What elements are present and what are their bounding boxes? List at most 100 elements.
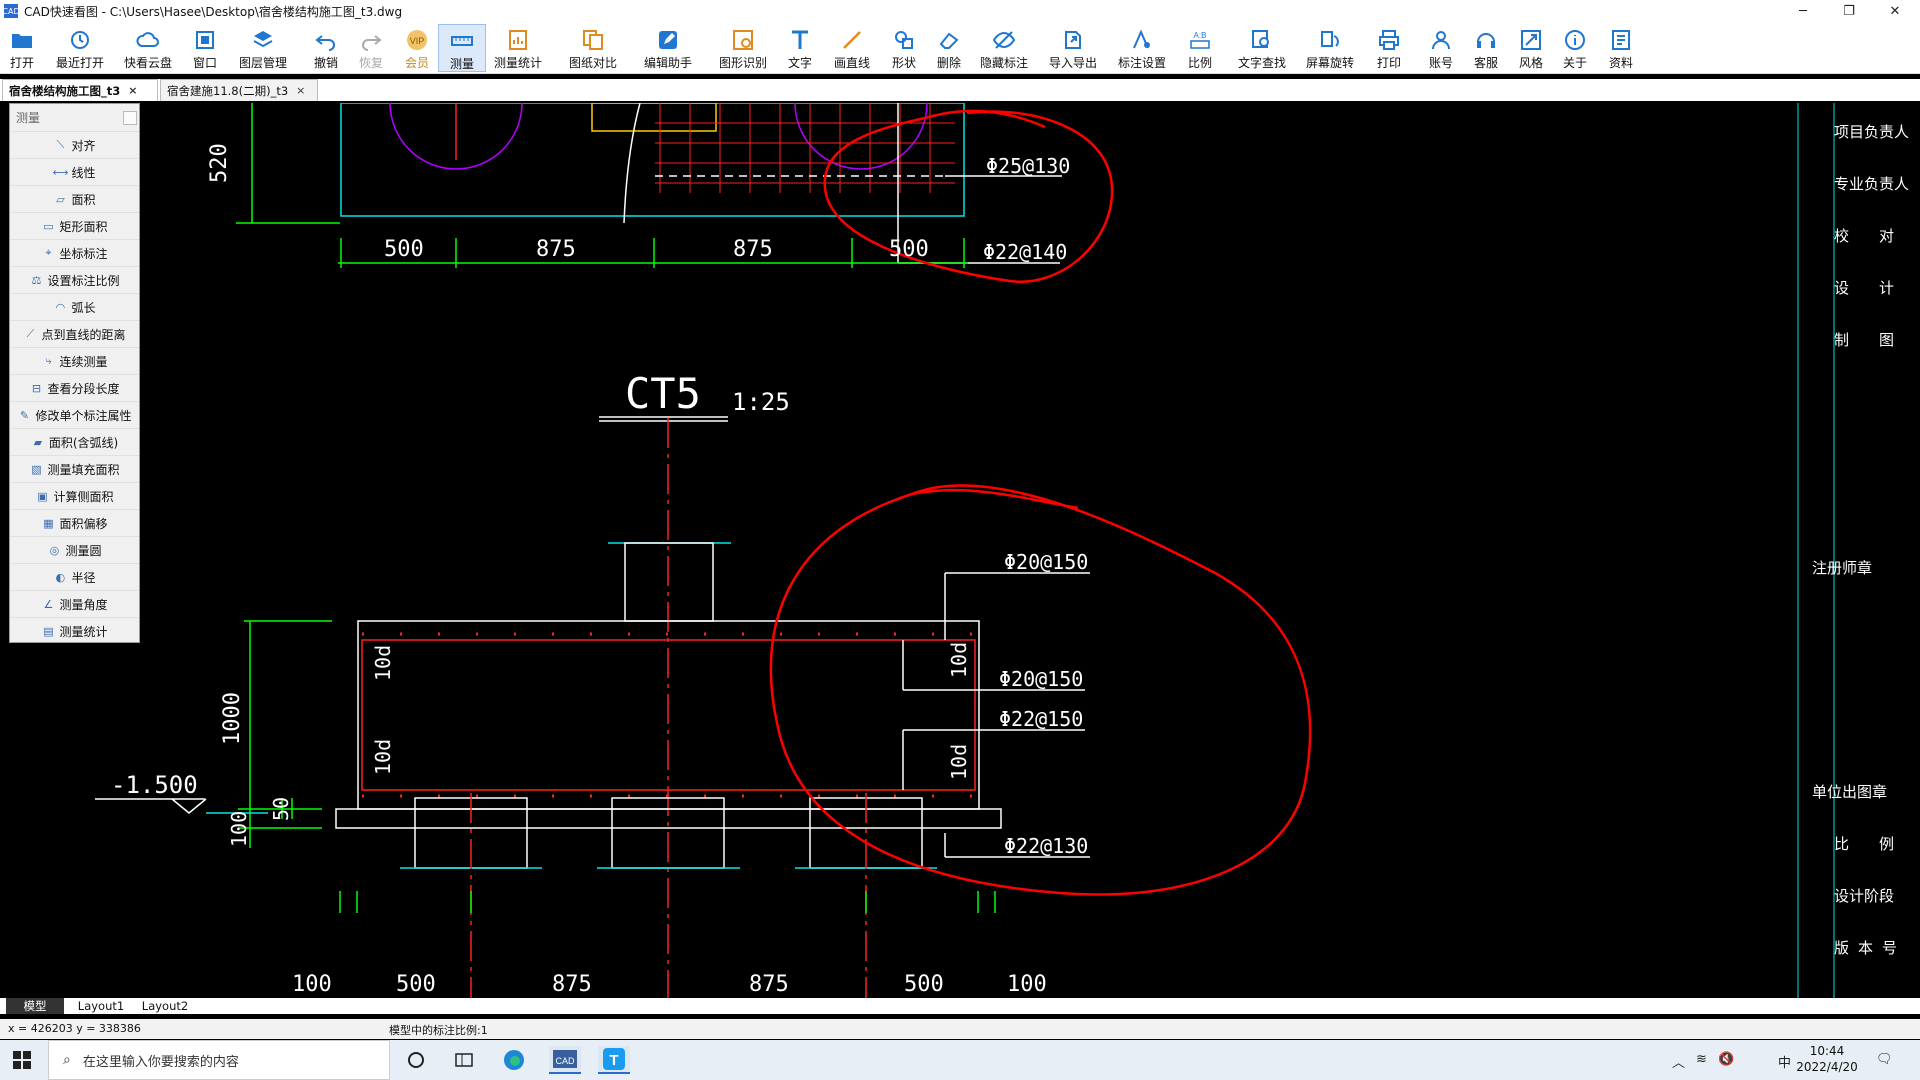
cortana-icon[interactable] <box>402 1046 430 1074</box>
status-bar: x = 426203 y = 338386 模型中的标注比例:1 <box>0 1019 1920 1039</box>
toolbar-measure-stats-button[interactable]: 测量统计 <box>486 24 550 72</box>
toolbar-vip-button[interactable]: VIP 会员 <box>399 24 435 72</box>
toolbar-account-button[interactable]: 账号 <box>1423 24 1459 72</box>
cad-app-icon[interactable]: CAD <box>549 1046 581 1074</box>
measure-item[interactable]: ▰ 面积(含弧线) <box>10 428 139 455</box>
drawing-canvas[interactable]: 500 875 875 500 520 Φ25@130 Φ22@140 CT5 1:25 Φ20@… <box>0 103 1920 998</box>
cad-drawing[interactable]: 500 875 875 500 520 Φ25@130 Φ22@140 CT5 1:25 Φ20@… <box>0 103 1920 998</box>
measure-item[interactable]: ▭ 矩形面积 <box>10 212 139 239</box>
tab-layout2[interactable]: Layout2 <box>134 998 196 1014</box>
network-icon[interactable]: ≋ <box>1696 1052 1707 1067</box>
tab-model[interactable]: 模型 <box>6 998 64 1014</box>
toolbar-label: 文字 <box>787 56 812 70</box>
measure-item[interactable]: ⌖ 坐标标注 <box>10 239 139 266</box>
toolbar-print-button[interactable]: 打印 <box>1371 24 1407 72</box>
close-tab-icon[interactable]: × <box>128 84 137 97</box>
redo-icon <box>359 28 383 52</box>
toolbar-redo-button[interactable]: 恢复 <box>353 24 389 72</box>
settings-icon <box>1130 28 1154 52</box>
toolbar-support-button[interactable]: 客服 <box>1468 24 1504 72</box>
taskbar-clock[interactable]: 10:44 2022/4/20 <box>1792 1043 1862 1075</box>
measure-item-label: 修改单个标注属性 <box>35 408 132 423</box>
measure-item[interactable]: ⤷ 连续测量 <box>10 347 139 374</box>
measure-tool-icon: ▧ <box>31 462 42 476</box>
toolbar-window-button[interactable]: 窗口 <box>187 24 223 72</box>
toolbar-shape-recog-button[interactable]: 图形识别 <box>711 24 775 72</box>
measure-item[interactable]: ⚖ 设置标注比例 <box>10 266 139 293</box>
top-dimension-label: 500 <box>384 237 424 262</box>
title-block-label: 注册师章 <box>1812 559 1872 577</box>
toolbar-compare-button[interactable]: 图纸对比 <box>561 24 625 72</box>
toolbar-hide-annot-button[interactable]: 隐藏标注 <box>972 24 1036 72</box>
measure-item[interactable]: ▦ 面积偏移 <box>10 509 139 536</box>
measure-item-label: 坐标标注 <box>59 246 108 261</box>
toolbar-undo-button[interactable]: 撤销 <box>308 24 344 72</box>
measure-item[interactable]: ∠ 测量角度 <box>10 590 139 617</box>
measure-item[interactable]: ⟷ 线性 <box>10 158 139 185</box>
tab-layout1[interactable]: Layout1 <box>70 998 132 1014</box>
toolbar-measure-button[interactable]: 测量 <box>438 24 486 72</box>
restore-button[interactable]: ❐ <box>1826 0 1872 22</box>
toolbar-text-search-button[interactable]: 文字查找 <box>1230 24 1294 72</box>
minimize-button[interactable]: ─ <box>1780 0 1826 22</box>
task-view-icon[interactable] <box>450 1046 478 1074</box>
title-block-label: 单位出图章 <box>1812 783 1887 801</box>
edge-browser-icon[interactable] <box>500 1046 528 1074</box>
measure-item[interactable]: ▧ 测量填充面积 <box>10 455 139 482</box>
measure-item[interactable]: ⊟ 查看分段长度 <box>10 374 139 401</box>
toolbar-label: 编辑助手 <box>643 56 692 70</box>
toolbar-text-button[interactable]: 文字 <box>782 24 818 72</box>
measure-tool-icon: ⟷ <box>52 165 69 179</box>
toolbar-label: 测量 <box>449 57 474 71</box>
toolbar-line-button[interactable]: 画直线 <box>828 24 876 72</box>
measure-item[interactable]: ⟋ 点到直线的距离 <box>10 320 139 347</box>
toolbar-open-button[interactable]: 打开 <box>4 24 40 72</box>
layout-tabs: 模型 Layout1 Layout2 <box>0 998 1920 1014</box>
toolbar-about-button[interactable]: 关于 <box>1557 24 1593 72</box>
clock-time: 10:44 <box>1809 1044 1845 1058</box>
eraser-icon <box>937 28 961 52</box>
measure-item[interactable]: ▤ 测量统计 <box>10 617 139 644</box>
measure-item[interactable]: ▱ 面积 <box>10 185 139 212</box>
measure-item[interactable]: ◐ 半径 <box>10 563 139 590</box>
svg-text:CAD: CAD <box>555 1056 575 1066</box>
toolbar-edit-assist-button[interactable]: 编辑助手 <box>636 24 700 72</box>
toolbar-delete-button[interactable]: 删除 <box>931 24 967 72</box>
text-app-icon[interactable]: T <box>598 1046 630 1074</box>
tab-architectural-drawing[interactable]: 宿舍建施11.8(二期)_t3 × <box>160 79 318 101</box>
tray-chevron-icon[interactable]: ︿ <box>1672 1052 1685 1071</box>
tab-label: 宿舍建施11.8(二期)_t3 <box>167 83 289 98</box>
windows-start-icon[interactable] <box>12 1050 32 1070</box>
measure-item[interactable]: ▣ 计算侧面积 <box>10 482 139 509</box>
measure-item[interactable]: ⟍ 对齐 <box>10 131 139 158</box>
toolbar-layers-button[interactable]: 图层管理 <box>231 24 295 72</box>
taskbar-search-box[interactable]: ⌕ 在这里输入你要搜索的内容 <box>48 1040 390 1080</box>
toolbar-rotate-button[interactable]: 屏幕旋转 <box>1298 24 1362 72</box>
measure-item-label: 连续测量 <box>59 354 108 369</box>
toolbar-recent-button[interactable]: 最近打开 <box>48 24 112 72</box>
tab-structural-drawing[interactable]: 宿舍楼结构施工图_t3 × <box>2 79 158 101</box>
measure-item[interactable]: ✎ 修改单个标注属性 <box>10 401 139 428</box>
toolbar-import-export-button[interactable]: 导入导出 <box>1041 24 1105 72</box>
measure-item-label: 面积偏移 <box>59 516 108 531</box>
measure-item[interactable]: ◎ 测量圆 <box>10 536 139 563</box>
toolbar-shape-button[interactable]: 形状 <box>886 24 922 72</box>
measure-item-label: 测量角度 <box>59 597 108 612</box>
toolbar-cloud-button[interactable]: 快看云盘 <box>116 24 180 72</box>
panel-close-icon[interactable] <box>123 111 137 125</box>
ime-indicator[interactable]: 中 <box>1778 1052 1791 1071</box>
notification-icon[interactable]: 🗨 <box>1876 1052 1893 1067</box>
toolbar-label: 撤销 <box>313 56 338 70</box>
toolbar-docs-button[interactable]: 资料 <box>1603 24 1639 72</box>
toolbar-scale-button[interactable]: A:B 比例 <box>1182 24 1218 72</box>
cursor-coordinates: x = 426203 y = 338386 <box>8 1022 141 1035</box>
volume-mute-icon[interactable]: 🔇 <box>1718 1052 1734 1067</box>
close-tab-icon[interactable]: × <box>296 84 305 97</box>
measure-item[interactable]: ◠ 弧长 <box>10 293 139 320</box>
history-icon <box>68 28 92 52</box>
measure-tool-icon: ▦ <box>43 516 54 530</box>
document-tabs: 宿舍楼结构施工图_t3 × 宿舍建施11.8(二期)_t3 × <box>0 79 1920 101</box>
toolbar-annot-settings-button[interactable]: 标注设置 <box>1110 24 1174 72</box>
toolbar-style-button[interactable]: 风格 <box>1513 24 1549 72</box>
close-window-button[interactable]: ✕ <box>1872 0 1918 22</box>
